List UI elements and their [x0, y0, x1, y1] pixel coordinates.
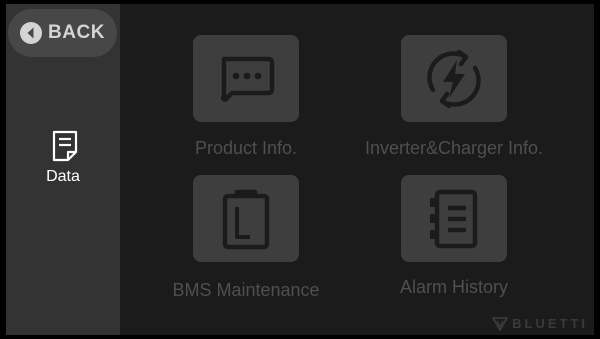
sidebar-item-label: Data — [46, 168, 80, 185]
lightning-cycle-icon — [427, 49, 481, 108]
bms-maintenance-tile[interactable]: BMS Maintenance — [137, 175, 355, 301]
brand-logo: BLUETTI — [492, 316, 588, 331]
bluetti-logo-mark-icon — [492, 316, 509, 331]
bms-maintenance-icon-box — [193, 175, 299, 262]
product-info-icon-box — [193, 35, 299, 122]
inverter-charger-info-tile[interactable]: Inverter&Charger Info. — [344, 35, 564, 159]
inverter-charger-info-label: Inverter&Charger Info. — [364, 138, 544, 158]
chat-bubble-icon — [220, 56, 275, 102]
notebook-icon — [430, 189, 478, 248]
alarm-history-label: Alarm History — [399, 277, 508, 297]
sidebar: BACK Data — [6, 4, 120, 335]
back-arrow-icon — [20, 22, 43, 44]
brand-name: BLUETTI — [512, 316, 588, 331]
alarm-history-tile[interactable]: Alarm History — [344, 175, 564, 298]
back-label: BACK — [48, 22, 105, 43]
battery-icon — [222, 189, 270, 249]
alarm-history-icon-box — [401, 175, 507, 262]
product-info-tile[interactable]: Product Info. — [137, 35, 355, 159]
bms-maintenance-label: BMS Maintenance — [172, 280, 320, 300]
product-info-label: Product Info. — [194, 138, 298, 158]
back-button[interactable]: BACK — [8, 9, 117, 57]
screen: BACK Data Product Info. Inverter&Charger… — [6, 4, 594, 335]
inverter-charger-icon-box — [401, 35, 507, 122]
sidebar-item-data[interactable]: Data — [6, 130, 120, 200]
document-icon — [52, 130, 78, 162]
